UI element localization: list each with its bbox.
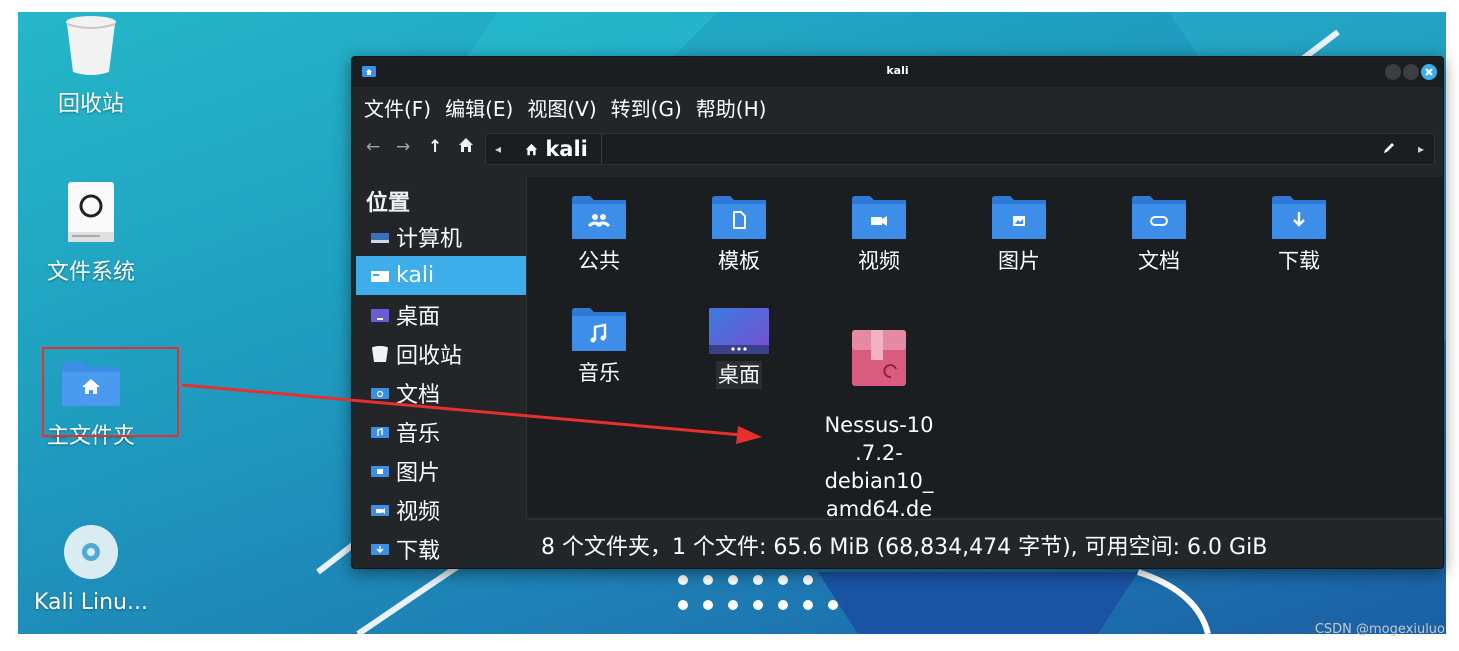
title-bar[interactable]: kali	[352, 57, 1443, 87]
file-name: 下载	[1278, 249, 1320, 273]
sidebar-item-music[interactable]: 音乐	[356, 412, 526, 451]
edit-location-button[interactable]	[1382, 140, 1396, 159]
navigation-toolbar: ← → ↑ ◂ kali ▸	[352, 127, 1443, 171]
sidebar-item-label: 文档	[396, 382, 441, 408]
menu-view[interactable]: 视图(V)	[527, 93, 596, 122]
places-sidebar: 位置 计算机 kali 桌面 回收站 文档 音乐 图片 视频 下载	[356, 177, 526, 567]
back-button[interactable]: ←	[366, 137, 380, 157]
sidebar-item-videos[interactable]: 视频	[356, 490, 526, 529]
pencil-icon	[1384, 143, 1394, 153]
menu-edit[interactable]: 编辑(E)	[445, 93, 513, 122]
file-name: 视频	[858, 249, 900, 273]
desktop-icon-trash[interactable]: 回收站	[21, 14, 161, 118]
templates-folder-icon	[712, 196, 766, 239]
documents-folder-icon	[1132, 196, 1186, 239]
videos-folder-icon	[371, 504, 389, 516]
close-icon	[1425, 68, 1433, 76]
file-item[interactable]: 图片	[959, 195, 1079, 275]
file-name: 图片	[998, 249, 1040, 273]
status-bar: 8 个文件夹，1 个文件: 65.6 MiB (68,834,474 字节), …	[526, 519, 1443, 568]
breadcrumb-label: kali	[545, 137, 588, 161]
trash-bin-icon	[66, 16, 116, 75]
optical-disc-icon	[64, 525, 118, 579]
music-folder-icon	[572, 308, 626, 351]
downloads-folder-icon	[1272, 196, 1326, 239]
sidebar-item-desktop[interactable]: 桌面	[356, 295, 526, 334]
home-icon	[459, 138, 473, 152]
desktop-icon	[371, 308, 389, 322]
sidebar-item-label: 视频	[396, 499, 441, 525]
file-item[interactable]: 音乐	[539, 307, 659, 387]
file-name: 公共	[578, 249, 620, 273]
close-button[interactable]	[1421, 64, 1437, 80]
back-arrow-icon: ←	[366, 137, 381, 157]
file-name: 文档	[1138, 249, 1180, 273]
breadcrumb-kali[interactable]: kali	[525, 137, 588, 161]
videos-folder-icon	[852, 196, 906, 239]
watermark: CSDN @mogexiuluo	[1314, 622, 1445, 637]
breadcrumb-separator	[601, 134, 602, 164]
sidebar-item-downloads[interactable]: 下载	[356, 529, 526, 567]
public-folder-icon	[572, 196, 626, 239]
menu-help[interactable]: 帮助(H)	[696, 93, 767, 122]
downloads-folder-icon	[371, 543, 389, 555]
sidebar-item-label: 桌面	[396, 304, 441, 330]
forward-button[interactable]: →	[396, 137, 410, 157]
file-item[interactable]: 桌面	[679, 307, 799, 389]
file-manager-window: kali 文件(F) 编辑(E) 视图(V) 转到(G) 帮助(H) ← → ↑	[351, 56, 1444, 569]
sidebar-item-documents[interactable]: 文档	[356, 373, 526, 412]
desktop-icon-label: Kali Linu...	[34, 590, 148, 615]
desktop-icon-label: 文件系统	[46, 260, 135, 285]
deb-package-icon	[852, 330, 906, 386]
sidebar-item-label: 音乐	[396, 421, 441, 447]
up-arrow-icon: ↑	[428, 137, 443, 157]
music-folder-icon	[371, 426, 389, 438]
sidebar-item-trash[interactable]: 回收站	[356, 334, 526, 373]
desktop-icon-filesystem[interactable]: 文件系统	[21, 180, 161, 286]
pictures-folder-icon	[371, 465, 389, 477]
location-bar[interactable]: ◂ kali ▸	[485, 133, 1435, 165]
breadcrumb-scroll-right-icon[interactable]: ▸	[1418, 142, 1424, 156]
file-item[interactable]: 视频	[819, 195, 939, 275]
home-icon	[371, 270, 389, 282]
minimize-button[interactable]	[1385, 64, 1401, 80]
sidebar-item-pictures[interactable]: 图片	[356, 451, 526, 490]
maximize-button[interactable]	[1403, 64, 1419, 80]
home-icon	[525, 143, 538, 156]
sidebar-item-kali[interactable]: kali	[356, 256, 526, 295]
menu-file[interactable]: 文件(F)	[364, 93, 431, 122]
desktop-folder-icon	[709, 308, 769, 354]
breadcrumb-scroll-left-icon[interactable]: ◂	[495, 142, 501, 156]
menu-bar: 文件(F) 编辑(E) 视图(V) 转到(G) 帮助(H)	[352, 87, 1443, 127]
sidebar-item-label: 下载	[396, 538, 441, 564]
annotation-highlight-box	[42, 347, 179, 437]
forward-arrow-icon: →	[396, 137, 411, 157]
file-view[interactable]: 公共 模板 视频 图片 文档 下载 音乐 桌面 Nessus-10 .7.2- …	[526, 177, 1443, 549]
sidebar-item-label: 回收站	[396, 343, 463, 369]
sidebar-item-computer[interactable]: 计算机	[356, 217, 526, 256]
hard-drive-icon	[68, 182, 114, 242]
sidebar-item-label: kali	[396, 263, 435, 288]
file-item[interactable]: 模板	[679, 195, 799, 275]
file-item[interactable]: 公共	[539, 195, 659, 275]
documents-folder-icon	[371, 387, 389, 399]
computer-icon	[371, 232, 389, 243]
file-name: 模板	[718, 249, 760, 273]
sidebar-heading: 位置	[366, 191, 411, 216]
file-name: 音乐	[578, 361, 620, 385]
desktop-icon-kali-disc[interactable]: Kali Linu...	[21, 524, 161, 615]
menu-go[interactable]: 转到(G)	[611, 93, 682, 122]
sidebar-item-label: 计算机	[396, 226, 463, 252]
window-title: kali	[886, 64, 909, 77]
home-button[interactable]	[458, 137, 474, 158]
sidebar-item-label: 图片	[396, 460, 441, 486]
up-button[interactable]: ↑	[428, 137, 442, 157]
desktop-icon-label: 回收站	[57, 92, 124, 117]
pictures-folder-icon	[992, 196, 1046, 239]
status-text: 8 个文件夹，1 个文件: 65.6 MiB (68,834,474 字节), …	[541, 535, 1268, 560]
trash-icon	[372, 345, 388, 362]
file-name: 桌面	[716, 361, 762, 389]
file-item[interactable]: 文档	[1099, 195, 1219, 275]
file-item[interactable]: 下载	[1239, 195, 1359, 275]
